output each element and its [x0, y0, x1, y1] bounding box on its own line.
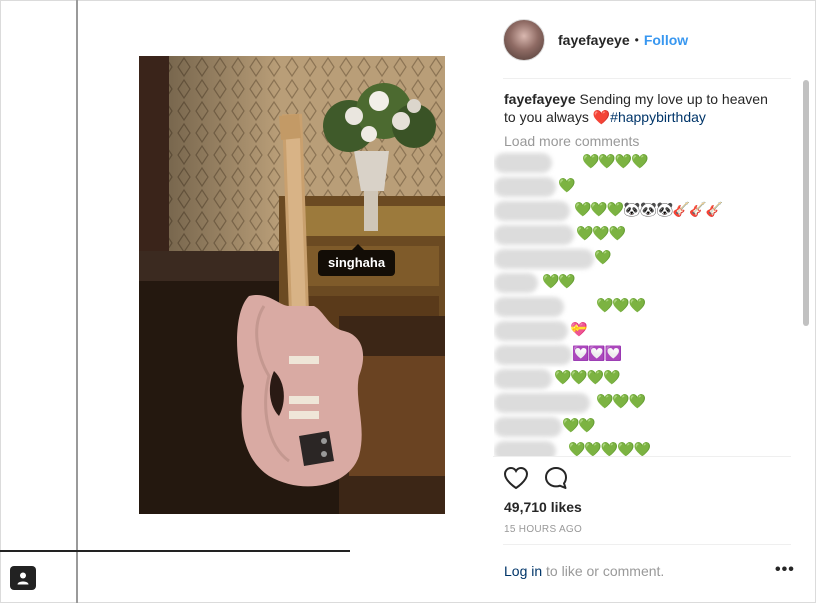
comments-panel[interactable]: fayefayeye Sending my love up to heaven … [494, 90, 799, 456]
comment-emoji: 💚💚💚 [576, 225, 626, 241]
load-more-comments-button[interactable]: Load more comments [494, 133, 799, 149]
blurred-username[interactable] [494, 297, 564, 317]
comment-row: 💚💚💚💚💚 [494, 437, 799, 456]
blurred-username[interactable] [494, 369, 552, 389]
comment-row: 💟💟💟 [494, 341, 799, 365]
avatar[interactable] [503, 19, 545, 61]
comment-row: 💚💚💚 [494, 293, 799, 317]
login-link[interactable]: Log in [504, 563, 542, 579]
comment-emoji: 💚💚💚💚 [582, 153, 649, 169]
separator-dot: • [634, 33, 639, 47]
comment-row: 💚 [494, 245, 799, 269]
comment-row: 💚💚💚 [494, 221, 799, 245]
comment-emoji: 💚💚💚💚 [554, 369, 621, 385]
footer-divider [503, 544, 791, 545]
left-divider-line [76, 0, 78, 603]
comment-row: 💚 [494, 173, 799, 197]
blurred-username[interactable] [494, 273, 538, 293]
caption-hashtag[interactable]: #happybirthday [610, 109, 706, 125]
header-username[interactable]: fayefayeye [558, 32, 630, 48]
comment-emoji: 💚💚 [542, 273, 576, 289]
post-actions [503, 464, 569, 492]
more-options-button[interactable]: ••• [775, 561, 795, 579]
comment-emoji: 💚💚💚 [596, 393, 646, 409]
blurred-username[interactable] [494, 177, 556, 197]
blurred-username[interactable] [494, 249, 594, 269]
comment-emoji: 💚💚💚💚💚 [568, 441, 651, 456]
bottom-divider-line [0, 550, 350, 552]
comment-row: 💚💚💚💚 [494, 365, 799, 389]
comment-icon[interactable] [543, 465, 569, 491]
header-divider [503, 78, 791, 79]
actions-divider [493, 456, 791, 457]
likes-count[interactable]: 49,710 likes [504, 499, 582, 515]
comment-emoji: 💚 [594, 249, 611, 265]
comment-list: 💚💚💚💚 💚 💚💚💚🐼🐼🐼🎸🎸🎸 💚💚💚 💚 💚💚 💚💚💚 💝 💟💟💟 💚💚💚💚 💚💚💚 💚💚 💚💚💚💚… [494, 149, 799, 456]
post-header: fayefayeye • Follow [503, 18, 688, 62]
comment-emoji: 💚💚💚🐼🐼🐼🎸🎸🎸 [574, 201, 723, 217]
login-prompt: Log in to like or comment. [504, 563, 664, 579]
login-prompt-text: to like or comment. [542, 563, 665, 579]
comment-emoji: 💝 [570, 321, 587, 337]
comment-emoji: 💚💚💚 [596, 297, 646, 313]
comment-emoji: 💟💟💟 [572, 345, 622, 361]
comment-row: 💚💚 [494, 269, 799, 293]
post-timestamp[interactable]: 15 HOURS AGO [504, 524, 582, 535]
tagged-users-button[interactable] [10, 566, 36, 590]
comment-row: 💚💚💚🐼🐼🐼🎸🎸🎸 [494, 197, 799, 221]
blurred-username[interactable] [494, 417, 562, 437]
post-caption: fayefayeye Sending my love up to heaven … [494, 90, 776, 126]
caption-heart-emoji: ❤️ [592, 109, 611, 125]
blurred-username[interactable] [494, 345, 572, 365]
caption-username[interactable]: fayefayeye [504, 91, 576, 107]
comment-row: 💚💚💚 [494, 389, 799, 413]
blurred-username[interactable] [494, 153, 552, 173]
post-photo[interactable] [139, 56, 445, 514]
comment-emoji: 💚💚 [562, 417, 596, 433]
blurred-username[interactable] [494, 321, 568, 341]
user-icon [17, 572, 29, 585]
comments-scrollbar[interactable] [803, 80, 809, 326]
blurred-username[interactable] [494, 441, 556, 456]
blurred-username[interactable] [494, 201, 570, 221]
comment-row: 💚💚💚💚 [494, 149, 799, 173]
comment-row: 💝 [494, 317, 799, 341]
photo-tag-label[interactable]: singhaha [318, 244, 396, 276]
blurred-username[interactable] [494, 225, 574, 245]
follow-button[interactable]: Follow [644, 32, 688, 48]
comment-emoji: 💚 [558, 177, 575, 193]
heart-icon[interactable] [503, 466, 529, 490]
blurred-username[interactable] [494, 393, 590, 413]
comment-row: 💚💚 [494, 413, 799, 437]
